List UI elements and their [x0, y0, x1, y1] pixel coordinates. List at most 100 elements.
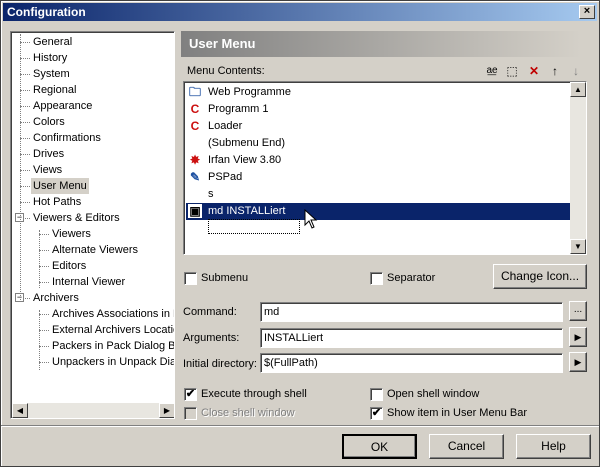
ok-button[interactable]: OK	[342, 434, 417, 459]
title-bar: Configuration ×	[3, 3, 597, 21]
pspad-icon: ✎	[189, 170, 201, 184]
help-button[interactable]: Help	[516, 434, 591, 459]
tree-connector	[39, 346, 49, 347]
tree-item[interactable]: Unpackers in Unpack Dia	[50, 354, 174, 370]
tree-guide-line	[39, 310, 40, 370]
tree-item[interactable]: Appearance	[31, 98, 94, 114]
arguments-menu-button[interactable]: ▶	[569, 327, 587, 347]
tree-item[interactable]: General	[31, 34, 74, 50]
tree-item[interactable]: Editors	[50, 258, 88, 274]
rename-icon[interactable]: a͟e	[484, 63, 500, 79]
menu-contents-list[interactable]: ▣ md INSTALLiert s ✎ PSPad ✸ Irfan View 3.80 (S…	[183, 81, 587, 255]
tree-item[interactable]: History	[31, 50, 69, 66]
menu-list-item[interactable]: C Loader	[186, 118, 570, 135]
command-field[interactable]: md	[260, 302, 563, 322]
change-icon-button[interactable]: Change Icon...	[493, 264, 587, 289]
scroll-down-icon[interactable]: ▼	[570, 239, 586, 254]
window-title: Configuration	[7, 5, 86, 19]
cancel-button[interactable]: Cancel	[429, 434, 504, 459]
show-in-user-menu-bar-label: Show item in User Menu Bar	[387, 407, 527, 419]
tree-connector	[20, 58, 30, 59]
app-c-icon: C	[190, 119, 200, 133]
initial-directory-field[interactable]: $(FullPath)	[260, 353, 563, 373]
tree-guide-line	[39, 230, 40, 288]
tree-item[interactable]: Drives	[31, 146, 66, 162]
close-icon[interactable]: ×	[579, 5, 595, 19]
command-icon: ▣	[188, 204, 202, 218]
tree-item[interactable]: Viewers	[50, 226, 93, 242]
tree-item[interactable]: Viewers & Editors	[31, 210, 122, 226]
tree-connector	[20, 42, 30, 43]
tree-connector	[39, 234, 49, 235]
tree-item[interactable]: Archives Associations in P	[50, 306, 174, 322]
tree-horizontal-scrollbar[interactable]: ◀ ▶	[12, 403, 174, 418]
tree-item[interactable]: Alternate Viewers	[50, 242, 140, 258]
menu-list-item-label: Web Programme	[208, 86, 291, 98]
initial-directory-label: Initial directory:	[183, 358, 257, 370]
show-in-user-menu-bar-checkbox[interactable]: ✔	[370, 407, 383, 420]
tree-item[interactable]: Regional	[31, 82, 78, 98]
tree-connector	[20, 122, 30, 123]
menu-list-item[interactable]: ✸ Irfan View 3.80	[186, 152, 570, 169]
app-c-icon: C	[190, 102, 200, 116]
delete-icon[interactable]: ✕	[526, 63, 542, 79]
list-vertical-scrollbar[interactable]: ▲ ▼	[570, 82, 586, 254]
drag-drop-placeholder	[208, 219, 300, 234]
tree-connector	[20, 74, 30, 75]
menu-list-item[interactable]: (Submenu End)	[186, 135, 570, 152]
tree-item[interactable]: User Menu	[31, 178, 89, 194]
tree-connector	[39, 266, 49, 267]
menu-list-item-label: (Submenu End)	[208, 137, 286, 149]
scroll-right-icon[interactable]: ▶	[159, 403, 174, 418]
menu-list-item[interactable]: 🗀 Web Programme	[186, 84, 570, 101]
menu-contents-label: Menu Contents:	[187, 65, 265, 77]
menu-list-item[interactable]: ✎ PSPad	[186, 169, 570, 186]
tree-connector	[20, 90, 30, 91]
separator-label: Separator	[387, 272, 436, 284]
execute-through-shell-checkbox[interactable]: ✔	[184, 388, 197, 401]
tree-item[interactable]: Internal Viewer	[50, 274, 127, 290]
tree-item[interactable]: Packers in Pack Dialog B	[50, 338, 174, 354]
open-shell-window-checkbox[interactable]	[370, 388, 383, 401]
tree-item[interactable]: System	[31, 66, 72, 82]
menu-list-item-label: Loader	[208, 120, 243, 132]
tree-item[interactable]: Hot Paths	[31, 194, 83, 210]
tree-item[interactable]: External Archivers Locatio	[50, 322, 174, 338]
configuration-dialog: Configuration × ◀ ▶ General History System…	[0, 0, 600, 467]
tree-connector	[39, 282, 49, 283]
move-down-icon: ↓	[573, 64, 579, 78]
menu-list-item-label: PSPad	[208, 171, 243, 183]
menu-list-item[interactable]: C Programm 1	[186, 101, 570, 118]
new-item-icon[interactable]: ⬚	[504, 63, 520, 79]
submenu-label: Submenu	[201, 272, 249, 284]
tree-connector	[20, 154, 30, 155]
submenu-checkbox[interactable]	[184, 272, 197, 285]
scroll-up-icon[interactable]: ▲	[570, 82, 586, 97]
move-up-icon[interactable]: ↑	[547, 63, 563, 79]
tree-connector	[39, 362, 49, 363]
command-label: Command:	[183, 306, 237, 318]
menu-list-item-label: s	[208, 188, 214, 200]
separator-checkbox[interactable]	[370, 272, 383, 285]
initial-directory-menu-button[interactable]: ▶	[569, 352, 587, 372]
menu-list-item-label: Programm 1	[208, 103, 269, 115]
footer-divider	[1, 425, 599, 427]
scroll-left-icon[interactable]: ◀	[12, 403, 28, 418]
tree-item[interactable]: Colors	[31, 114, 67, 130]
menu-list-item[interactable]: s	[186, 186, 570, 203]
tree-item[interactable]: Confirmations	[31, 130, 103, 146]
tree-item[interactable]: Views	[31, 162, 64, 178]
panel-title: User Menu	[181, 31, 581, 57]
tree-connector	[39, 250, 49, 251]
mouse-cursor-icon	[304, 209, 318, 229]
arguments-field[interactable]: INSTALLiert	[260, 328, 563, 348]
browse-command-button[interactable]: ...	[569, 301, 587, 321]
tree-item[interactable]: Archivers	[31, 290, 81, 306]
close-shell-window-label: Close shell window	[201, 407, 295, 419]
tree-connector	[20, 170, 30, 171]
tree-connector	[20, 186, 30, 187]
tree-connector	[20, 138, 30, 139]
menu-list-item[interactable]: ▣ md INSTALLiert	[186, 203, 570, 220]
menu-list-item-label: md INSTALLiert	[208, 205, 286, 217]
settings-tree[interactable]: ◀ ▶ General History System Regional Appearan…	[10, 31, 175, 419]
